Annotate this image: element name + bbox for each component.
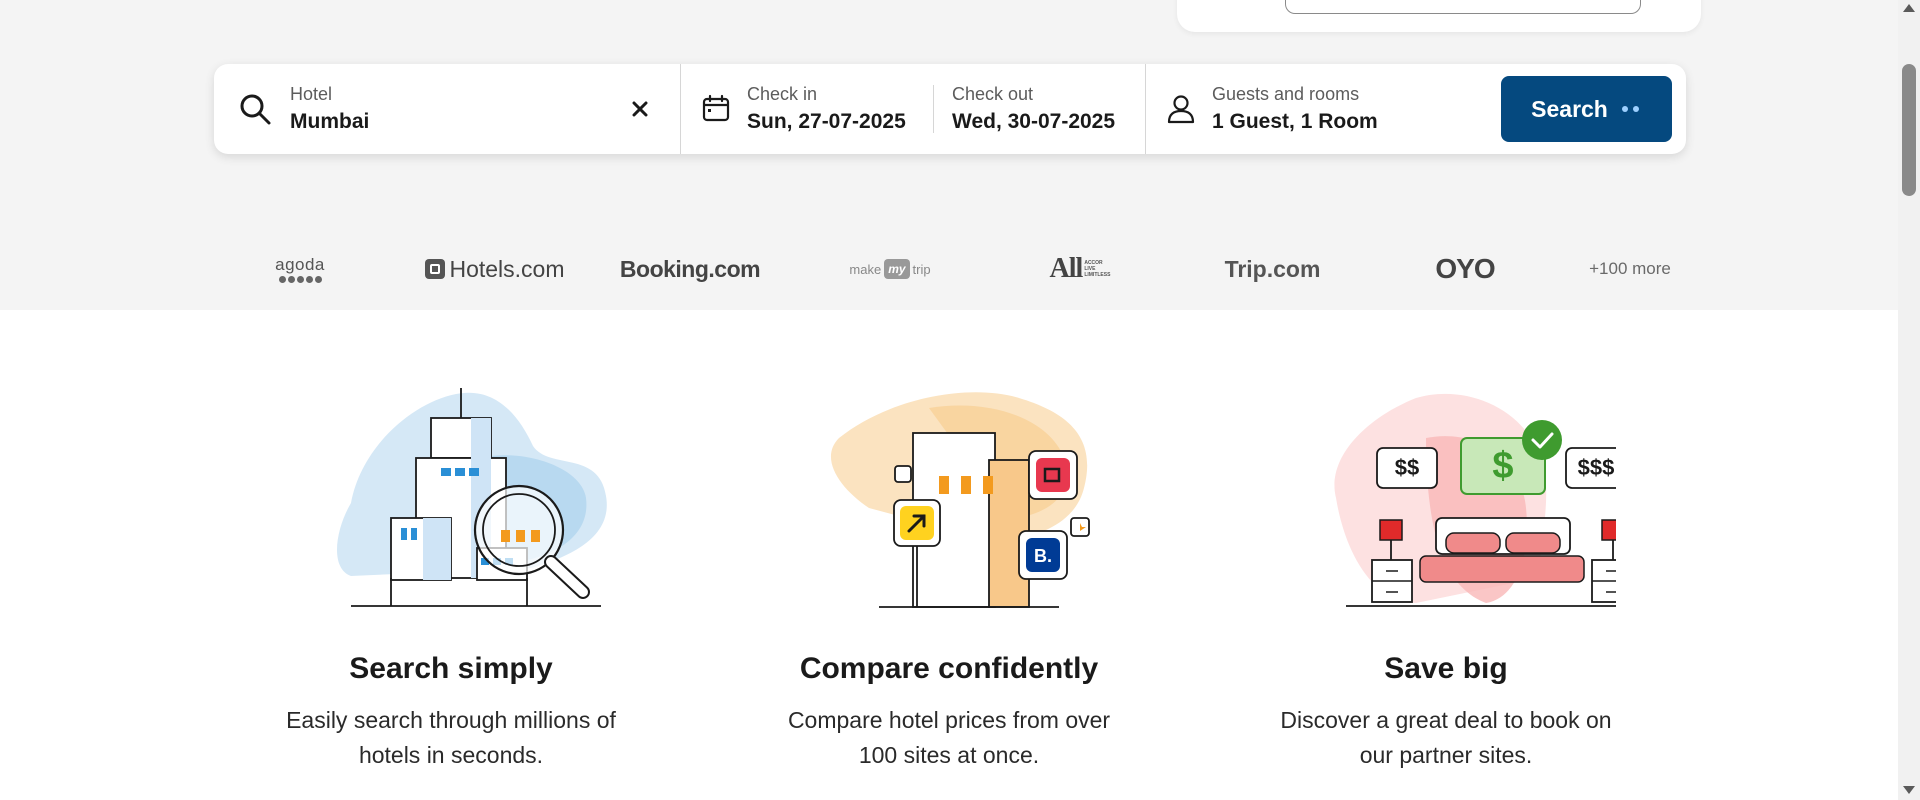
all-accor-logo: All ACCOR LIVE LIMITLESS — [1035, 228, 1125, 310]
checkout-value[interactable]: Wed, 30-07-2025 — [952, 110, 1115, 134]
oyo-logo: OYO — [1420, 228, 1510, 310]
guests-field[interactable]: Guests and rooms 1 Guest, 1 Room — [1146, 64, 1486, 154]
loading-dots-icon — [1621, 105, 1642, 113]
more-partners-text[interactable]: +100 more — [1589, 259, 1671, 279]
guests-label: Guests and rooms — [1212, 84, 1360, 104]
search-bar: Hotel Mumbai Check in Sun, 27-07-2025 Ch… — [214, 64, 1686, 154]
feature-search-simply: Search simply Easily search through mill… — [231, 378, 671, 768]
makemytrip-text-left: make — [849, 261, 882, 277]
person-icon — [1166, 93, 1196, 130]
hotel-field[interactable]: Hotel Mumbai — [214, 64, 680, 154]
all-logo-text: All — [1049, 253, 1084, 284]
oyo-text: OYO — [1435, 253, 1495, 284]
booking-com-logo: Booking.com — [610, 228, 770, 310]
calendar-icon — [701, 94, 731, 129]
compare-sites-illustration: B. — [830, 392, 1090, 608]
feature-description: Easily search through millions of hotels… — [286, 707, 616, 768]
scroll-up-arrow-icon[interactable] — [1903, 4, 1915, 12]
search-icon — [238, 92, 272, 131]
guests-value: 1 Guest, 1 Room — [1212, 110, 1378, 133]
top-card-input[interactable] — [1285, 0, 1641, 14]
feature-description: Discover a great deal to book on our par… — [1280, 707, 1612, 768]
feature-title: Search simply — [349, 652, 553, 685]
hotels-com-logo: Hotels.com — [420, 228, 570, 310]
checkout-label: Check out — [952, 84, 1034, 104]
scroll-down-arrow-icon[interactable] — [1903, 786, 1915, 794]
agoda-logo: agoda — [260, 228, 340, 310]
agoda-logo-text: agoda — [275, 255, 325, 274]
booking-badge-icon: B. — [1034, 546, 1052, 566]
more-partners-link[interactable]: +100 more — [1575, 228, 1685, 310]
date-divider — [933, 85, 934, 133]
city-search-illustration — [337, 388, 607, 607]
trip-com-logo: Trip.com — [1210, 228, 1335, 310]
search-button[interactable]: Search — [1501, 76, 1672, 142]
save-deal-illustration: $$ $ $$$ — [1334, 393, 1616, 607]
agoda-dots-icon — [278, 276, 322, 283]
checkin-value[interactable]: Sun, 27-07-2025 — [747, 110, 906, 134]
feature-title: Compare confidently — [799, 652, 1099, 685]
makemytrip-badge: my — [884, 259, 910, 279]
checkin-label: Check in — [747, 84, 818, 104]
partner-logos: agoda Hotels.com Booking.com make my tri… — [0, 228, 1898, 310]
all-logo-tagline: ACCOR LIVE LIMITLESS — [1084, 260, 1110, 278]
trip-com-text: Trip.com — [1224, 255, 1321, 282]
all-tagline-3: LIMITLESS — [1084, 272, 1111, 278]
hotels-com-text: Hotels.com — [449, 255, 565, 282]
feature-title: Save big — [1384, 652, 1508, 685]
hotel-field-value: Mumbai — [290, 110, 370, 133]
makemytrip-text-right: trip — [912, 261, 931, 277]
price-high-icon: $$$ — [1578, 455, 1615, 480]
feature-description: Compare hotel prices from over 100 sites… — [787, 707, 1111, 768]
feature-compare-confidently: B. Compare confidently Compare hotel pri… — [729, 378, 1169, 768]
hotel-field-label: Hotel — [290, 84, 333, 104]
price-mid-icon: $ — [1492, 445, 1513, 487]
scroll-thumb[interactable] — [1902, 64, 1916, 196]
feature-save-big: $$ $ $$$ Save big Discover a great deal … — [1226, 378, 1666, 768]
close-icon[interactable] — [626, 95, 654, 123]
makemytrip-logo: make my trip — [835, 228, 945, 310]
hotels-com-icon — [425, 259, 446, 279]
top-card-remnant — [1177, 0, 1701, 32]
page-scrollbar[interactable] — [1898, 0, 1920, 800]
search-button-label: Search — [1531, 95, 1608, 122]
booking-com-text: Booking.com — [619, 255, 761, 282]
price-low-icon: $$ — [1395, 455, 1419, 480]
